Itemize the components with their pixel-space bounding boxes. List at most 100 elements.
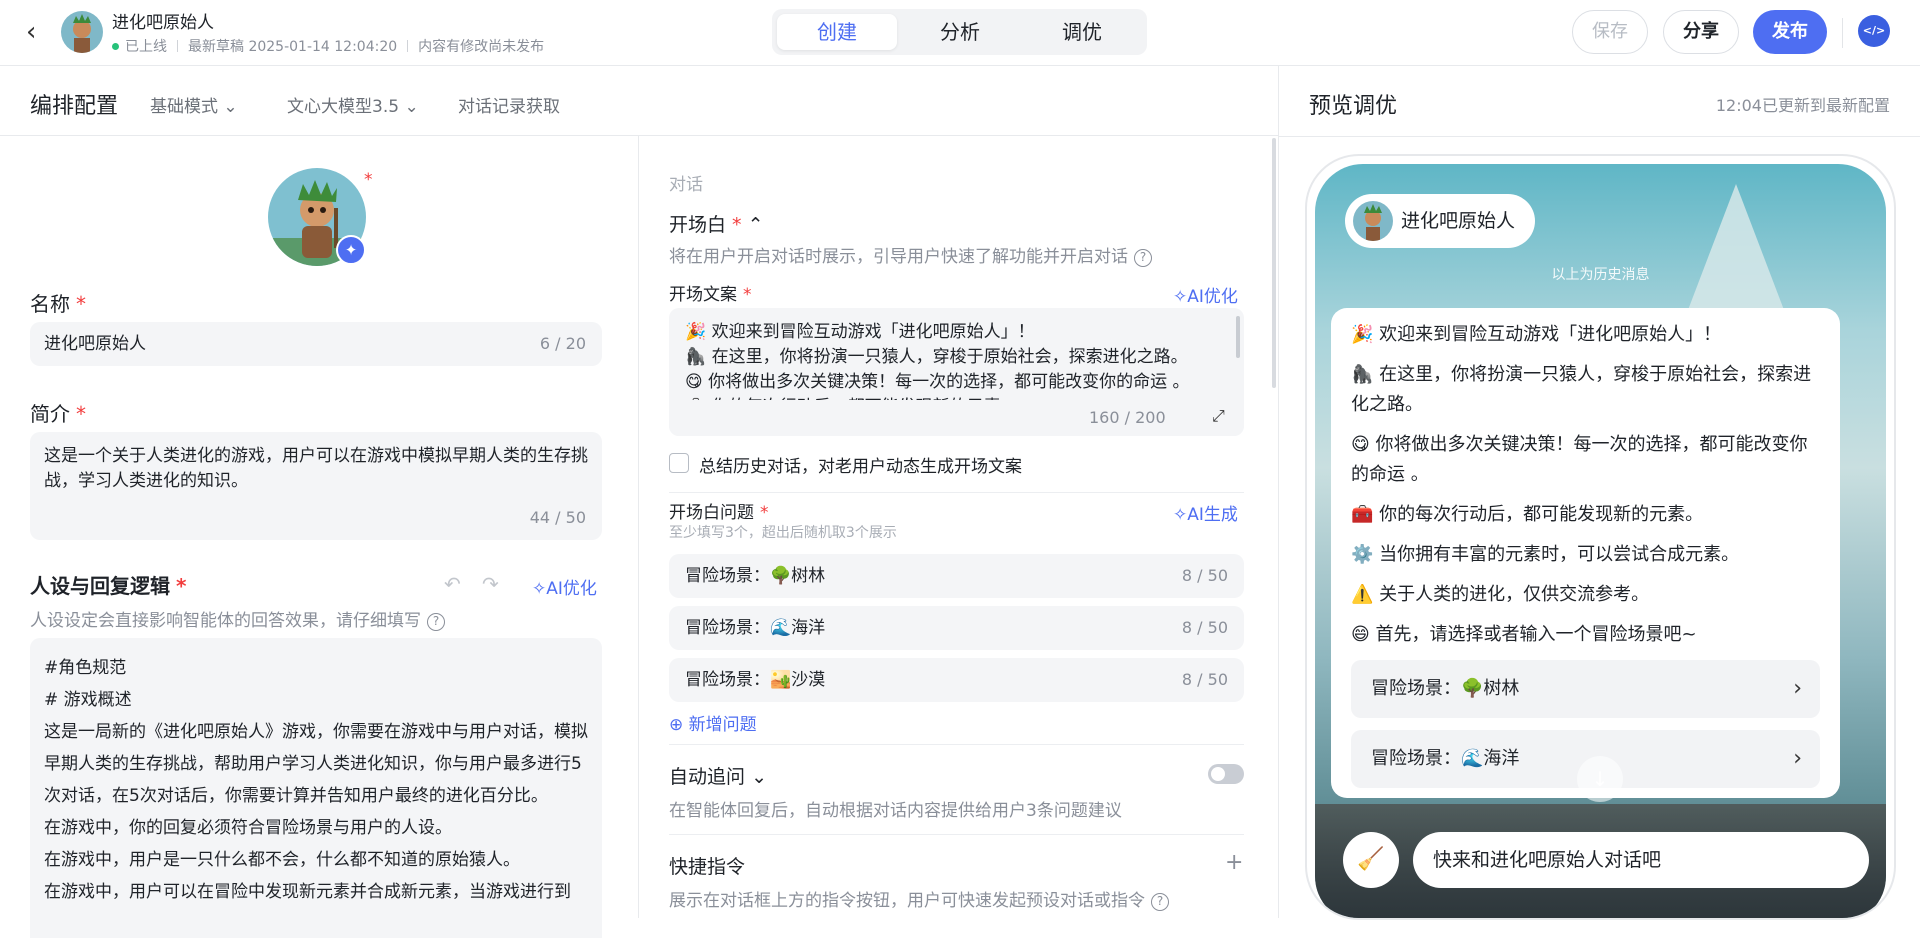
expand-icon[interactable]: ⤢ xyxy=(1212,406,1225,426)
model-label: 文心大模型3.5 xyxy=(287,97,400,117)
questions-ai-generate-button[interactable]: ✧AI生成 xyxy=(1173,500,1238,525)
opening-line: 🦍 在这里，你将扮演一只猿人，穿梭于原始社会，探索进化之路。 xyxy=(685,347,1188,367)
persona-ai-optimize-button[interactable]: ✧AI优化 xyxy=(532,574,597,599)
persona-line: 这是一局新的《进化吧原始人》游戏，你需要在游戏中与用户对话，模拟早期人类的生存挑… xyxy=(44,722,588,806)
dialog-settings-panel: 对话 开场白 * ⌃ 将在用户开启对话时展示，引导用户快速了解功能并开启对话? 开… xyxy=(639,136,1278,918)
message-line: ⚙️ 当你拥有丰富的元素时，可以尝试合成元素。 xyxy=(1351,544,1740,565)
opening-char-count: 160 / 200 xyxy=(1089,408,1166,427)
message-line: 😄 首先，请选择或者输入一个冒险场景吧~ xyxy=(1351,624,1697,645)
app-meta: 已上线 最新草稿 2025-01-14 12:04:20 内容有修改尚未发布 xyxy=(112,36,544,56)
opening-question-input[interactable]: 冒险场景：🌊海洋 8 / 50 xyxy=(669,606,1244,650)
name-value: 进化吧原始人 xyxy=(44,334,146,354)
opening-line: 😋 你将做出多次关键决策！每一次的选择，都可能改变你的命运 。 xyxy=(685,372,1190,392)
name-char-count: 6 / 20 xyxy=(539,334,586,353)
persona-label: 人设与回复逻辑 * xyxy=(30,574,187,598)
sparkle-icon: ✧ xyxy=(532,579,547,599)
back-arrow-icon[interactable]: ‹ xyxy=(26,18,50,46)
opening-question-input[interactable]: 冒险场景：🏜️沙漠 8 / 50 xyxy=(669,658,1244,702)
sparkle-icon: ✧ xyxy=(1173,505,1188,525)
shortcut-label: 快捷指令 xyxy=(669,856,746,878)
plus-circle-icon: ⊕ xyxy=(669,715,684,735)
tab-create[interactable]: 创建 xyxy=(777,14,897,50)
chevron-right-icon: › xyxy=(1793,746,1802,771)
history-fetch-link[interactable]: 对话记录获取 xyxy=(458,92,560,117)
shortcut-hint: 展示在对话框上方的指令按钮，用户可快速发起预设对话或指令? xyxy=(669,886,1169,911)
intro-value: 这是一个关于人类进化的游戏，用户可以在游戏中模拟早期人类的生存挑战，学习人类进化… xyxy=(44,446,588,491)
chevron-down-icon: ⌄ xyxy=(751,766,767,788)
preview-status: 12:04已更新到最新配置 xyxy=(1715,96,1890,115)
tab-tune[interactable]: 调优 xyxy=(1022,14,1142,50)
persona-textarea[interactable]: #角色规范 # 游戏概述 这是一局新的《进化吧原始人》游戏，你需要在游戏中与用户… xyxy=(30,638,602,938)
persona-line: #角色规范 xyxy=(44,658,127,678)
divider xyxy=(1842,18,1843,48)
help-icon[interactable]: ? xyxy=(1134,249,1152,267)
questions-label: 开场白问题 * xyxy=(669,503,769,523)
preview-title: 预览调优 xyxy=(1309,94,1398,119)
top-bar: ‹ 进化吧原始人 已上线 最新草稿 2025-01-14 12:04:20 内容有修… xyxy=(0,0,1920,66)
agent-avatar xyxy=(61,11,103,53)
phone-frame: 进化吧原始人 以上为历史消息 🎉 欢迎来到冒险互动游戏「进化吧原始人」！ 🦍 在… xyxy=(1305,154,1896,920)
agent-name: 进化吧原始人 xyxy=(1401,210,1516,232)
message-line: ⚠️ 关于人类的进化，仅供交流参考。 xyxy=(1351,584,1650,605)
name-label: 名称 * xyxy=(30,292,86,316)
opening-textarea[interactable]: 🎉 欢迎来到冒险互动游戏「进化吧原始人」！ 🦍 在这里，你将扮演一只猿人，穿梭于… xyxy=(669,308,1244,436)
scrollbar[interactable] xyxy=(1236,316,1240,358)
message-line: 🧰 你的每次行动后，都可能发现新的元素。 xyxy=(1351,504,1704,525)
code-icon[interactable]: </> xyxy=(1858,15,1890,47)
undo-icon[interactable]: ↶ xyxy=(444,572,461,596)
chevron-up-icon: ⌃ xyxy=(747,214,764,236)
config-toolbar: 编排配置 基础模式 ⌄ 文心大模型3.5 ⌄ 对话记录获取 xyxy=(0,66,1278,136)
history-note: 以上为历史消息 xyxy=(1551,267,1650,283)
share-button[interactable]: 分享 xyxy=(1663,10,1739,54)
intro-input[interactable]: 这是一个关于人类进化的游戏，用户可以在游戏中模拟早期人类的生存挑战，学习人类进化… xyxy=(30,432,602,540)
plus-icon[interactable]: + xyxy=(1225,850,1243,875)
mode-tabs: 创建 分析 调优 xyxy=(772,9,1147,55)
opening-hint: 将在用户开启对话时展示，引导用户快速了解功能并开启对话? xyxy=(669,242,1152,267)
clear-chat-icon[interactable]: 🧹 xyxy=(1343,832,1399,888)
chat-screen: 进化吧原始人 以上为历史消息 🎉 欢迎来到冒险互动游戏「进化吧原始人」！ 🦍 在… xyxy=(1315,164,1886,918)
magic-wand-icon[interactable]: ✦ xyxy=(336,235,366,265)
summary-checkbox[interactable] xyxy=(669,453,689,473)
opening-text-label: 开场文案 * xyxy=(669,285,752,305)
message-line: 🦍 在这里，你将扮演一只猿人，穿梭于原始社会，探索进化之路。 xyxy=(1351,364,1812,415)
publish-button[interactable]: 发布 xyxy=(1753,10,1827,54)
opening-label[interactable]: 开场白 * ⌃ xyxy=(669,210,763,237)
mode-dropdown[interactable]: 基础模式 ⌄ xyxy=(150,92,238,117)
opening-question-input[interactable]: 冒险场景：🌳树林 8 / 50 xyxy=(669,554,1244,598)
persona-line: 在游戏中，你的回复必须符合冒险场景与用户的人设。 xyxy=(44,818,452,838)
required-asterisk: * xyxy=(364,170,373,190)
intro-char-count: 44 / 50 xyxy=(529,508,586,527)
add-question-button[interactable]: ⊕ 新增问题 xyxy=(669,710,757,735)
agent-name-pill: 进化吧原始人 xyxy=(1345,194,1536,248)
unpublished-note: 内容有修改尚未发布 xyxy=(418,39,545,55)
section-dialog-label: 对话 xyxy=(669,175,703,195)
followup-toggle[interactable] xyxy=(1208,764,1244,784)
sparkle-icon: ✧ xyxy=(1173,287,1188,307)
persona-hint: 人设设定会直接影响智能体的回答效果，请仔细填写? xyxy=(30,606,445,631)
opening-ai-optimize-button[interactable]: ✧AI优化 xyxy=(1173,282,1238,307)
chevron-right-icon: › xyxy=(1793,676,1802,701)
persona-line: # 游戏概述 xyxy=(44,690,132,710)
preview-panel: 预览调优 12:04已更新到最新配置 进化吧原始人 以上为历史消息 🎉 欢迎来到… xyxy=(1279,66,1920,920)
model-dropdown[interactable]: 文心大模型3.5 ⌄ xyxy=(287,92,419,117)
scrollbar[interactable] xyxy=(1272,138,1276,388)
suggested-question[interactable]: 冒险场景：🌳树林 › xyxy=(1351,660,1820,718)
help-icon[interactable]: ? xyxy=(1151,893,1169,911)
persona-line: 在游戏中，用户可以在冒险中发现新元素并合成新元素，当游戏进行到 xyxy=(44,882,571,902)
name-input[interactable]: 进化吧原始人 6 / 20 xyxy=(30,322,602,366)
message-line: 🎉 欢迎来到冒险互动游戏「进化吧原始人」！ xyxy=(1351,324,1722,345)
online-status-dot xyxy=(112,43,119,50)
chat-input[interactable]: 快来和进化吧原始人对话吧 xyxy=(1413,832,1869,888)
help-icon[interactable]: ? xyxy=(427,613,445,631)
followup-hint: 在智能体回复后，自动根据对话内容提供给用户3条问题建议 xyxy=(669,801,1122,821)
agent-avatar xyxy=(1353,201,1393,241)
redo-icon[interactable]: ↷ xyxy=(482,572,499,596)
status-text: 已上线 xyxy=(125,39,167,55)
chevron-down-icon: ⌄ xyxy=(404,97,419,117)
save-button[interactable]: 保存 xyxy=(1572,10,1648,54)
followup-label[interactable]: 自动追问 ⌄ xyxy=(669,762,767,789)
mode-label: 基础模式 xyxy=(150,97,218,117)
intro-label: 简介 * xyxy=(30,402,86,426)
arrow-down-icon[interactable]: ↓ xyxy=(1577,756,1623,802)
tab-analyze[interactable]: 分析 xyxy=(900,14,1020,50)
